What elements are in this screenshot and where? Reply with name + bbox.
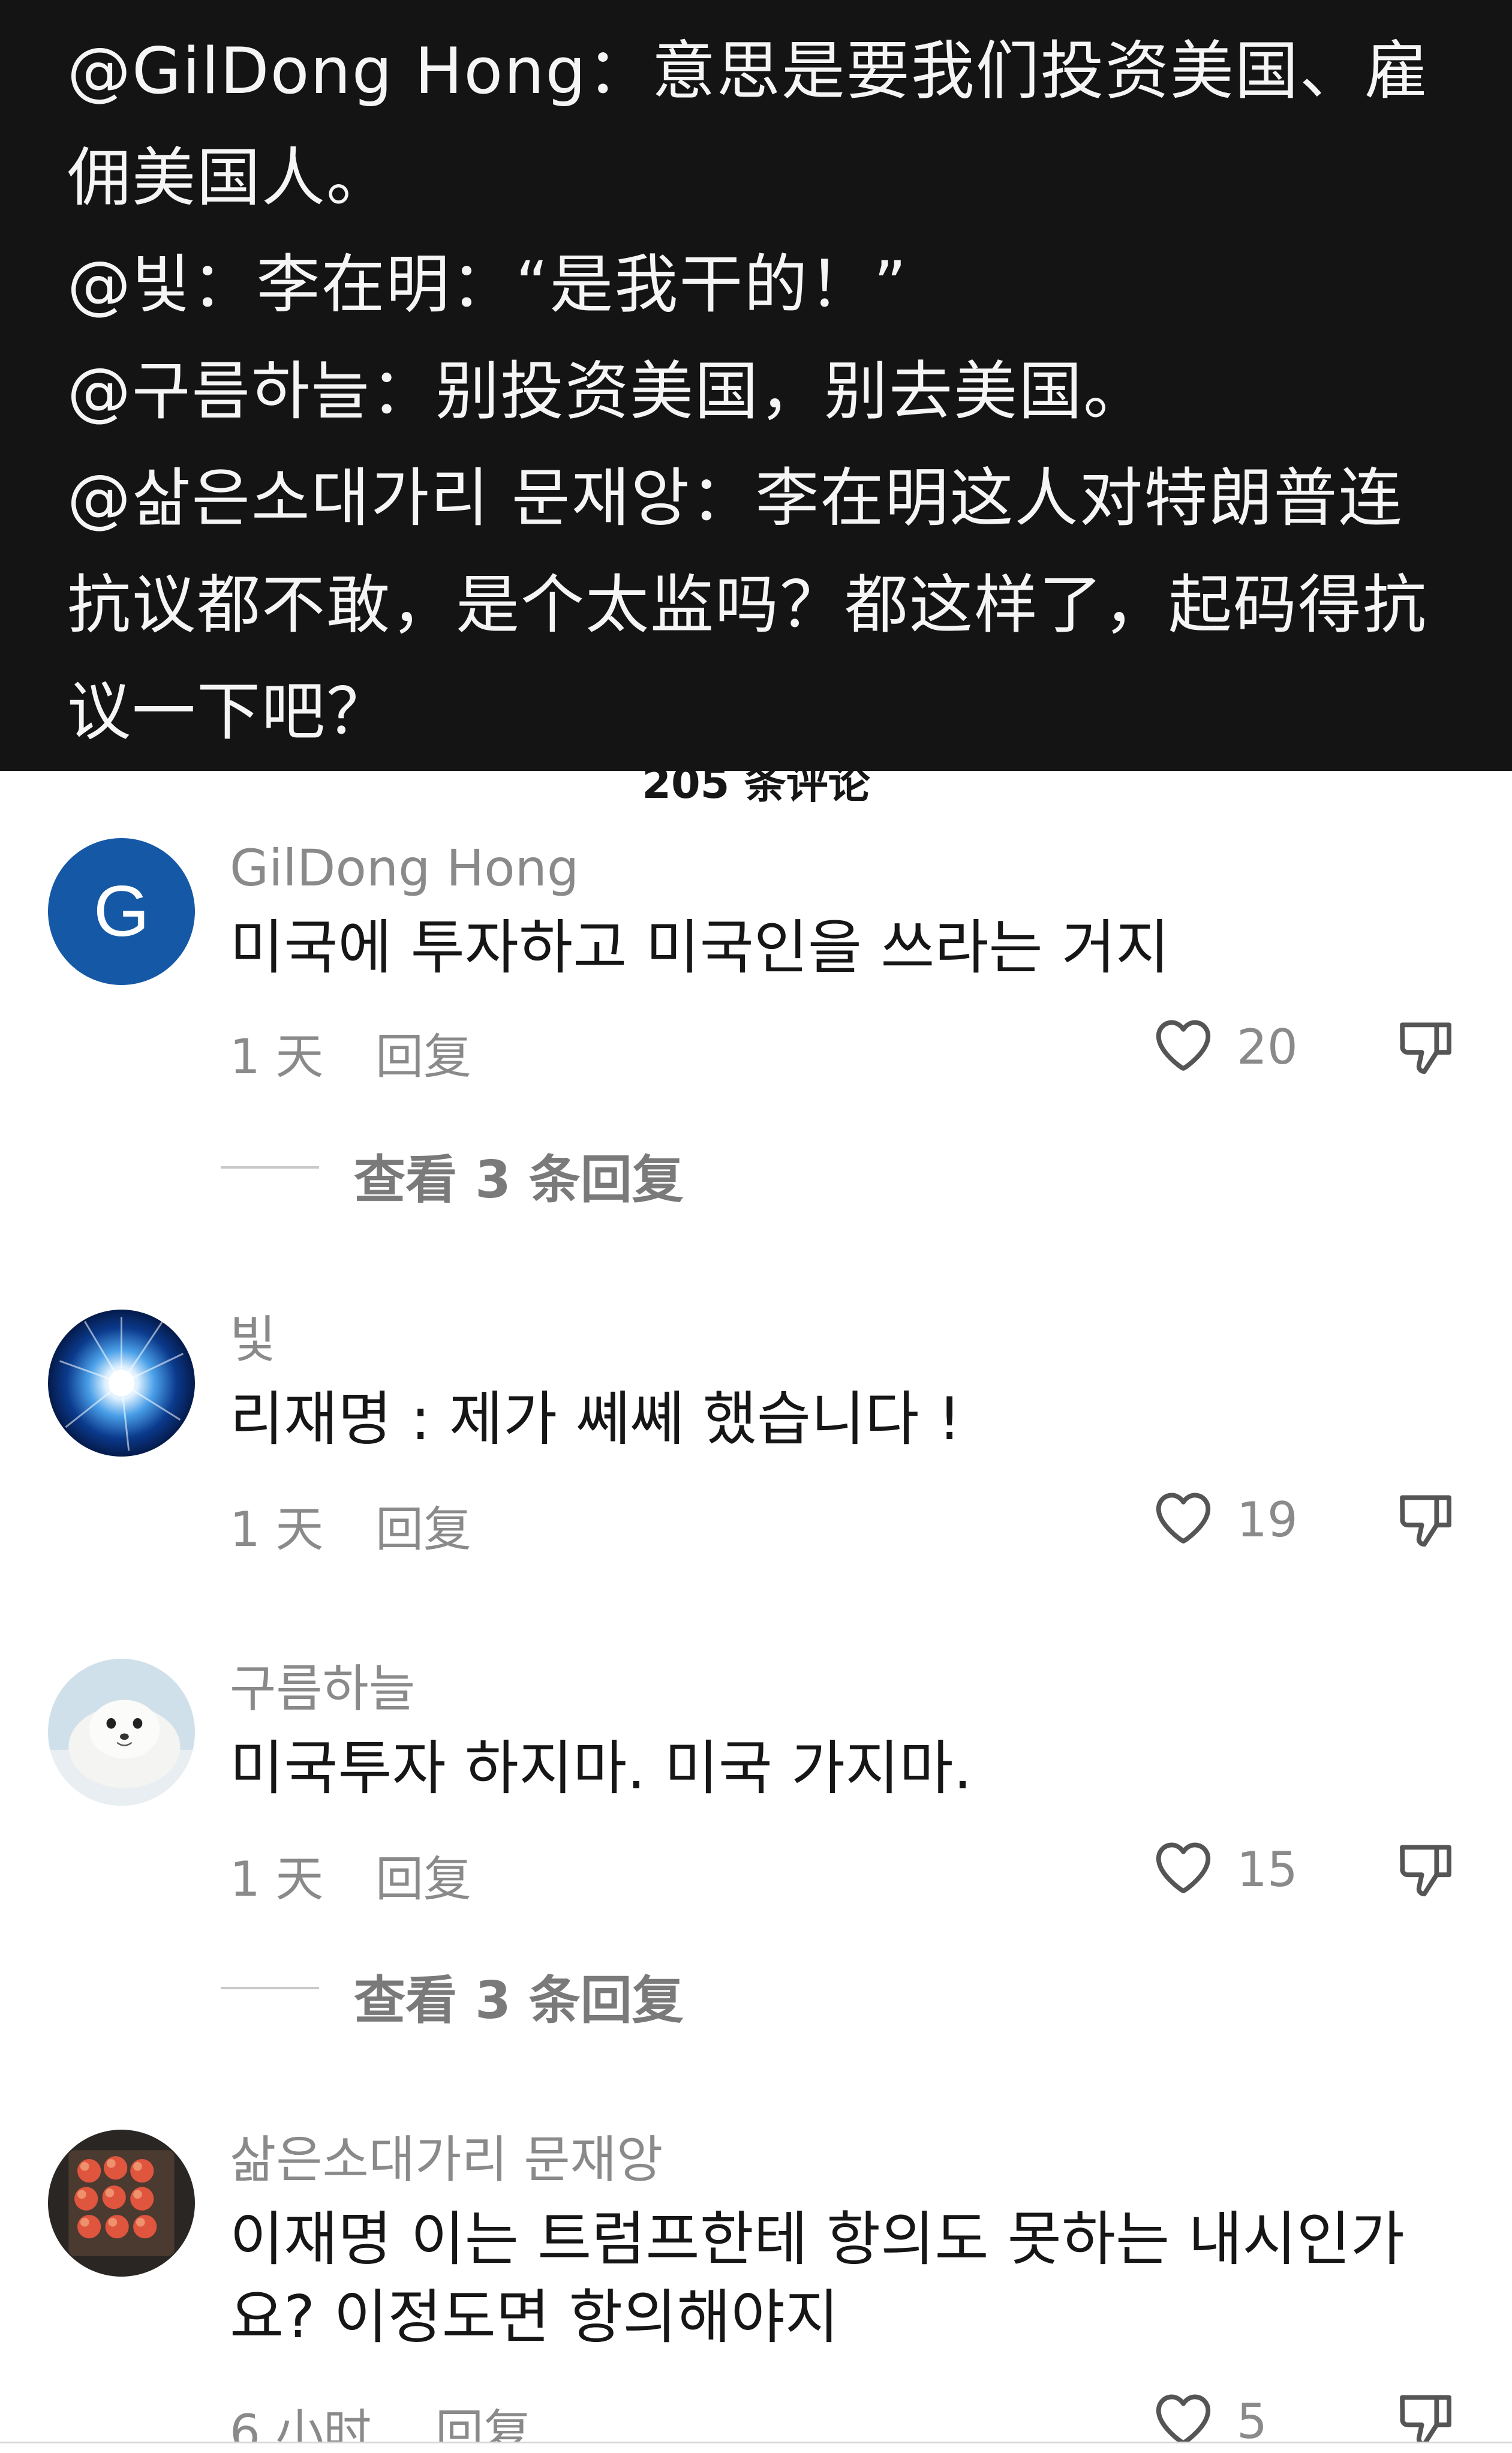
translation-overlay: @GilDong Hong：意思是要我们投资美国、雇 佣美国人。 @빛：李在明：…: [0, 0, 1512, 771]
like-count: 15: [1237, 1842, 1298, 1897]
comment-username[interactable]: GilDong Hong: [230, 838, 579, 898]
comment-username[interactable]: 삶은소대가리 문재앙: [230, 2130, 663, 2190]
overlay-line: @삶은소대가리 문재앙：李在明这人对特朗普连: [67, 461, 1403, 535]
light-burst-avatar-image: [48, 1310, 195, 1457]
comment-text: 리재명 : 제가 쎼쎼 했습니다 !: [230, 1385, 961, 1454]
overlay-line: @구름하늘：别投资美国，别去美国。: [67, 355, 1149, 428]
seal-pup-avatar-image: [48, 1659, 195, 1806]
comment-username[interactable]: 빛: [230, 1310, 276, 1370]
reply-button[interactable]: 回复: [375, 1491, 471, 1560]
comment-username[interactable]: 구름하늘: [230, 1659, 415, 1719]
dislike-button[interactable]: [1393, 1487, 1459, 1553]
view-replies-label: 查看 3 条回复: [354, 1971, 684, 2031]
like-count: 20: [1237, 1019, 1298, 1075]
like-count: 19: [1237, 1492, 1298, 1548]
comment-time: 1 天: [230, 1502, 324, 1557]
heart-outline-icon: [1156, 1020, 1211, 1071]
reply-button[interactable]: 回复: [375, 1840, 471, 1910]
comments-screen: 205 条评论 @GilDong Hong：意思是要我们投资美国、雇 佣美国人。…: [0, 0, 1512, 2453]
overlay-line: 佣美国人。: [67, 141, 391, 215]
dislike-button[interactable]: [1393, 1836, 1459, 1902]
avatar[interactable]: [48, 2130, 195, 2277]
comment-text: 미국에 투자하고 미국인을 쓰라는 거지: [230, 914, 1170, 982]
heart-outline-icon: [1156, 1493, 1211, 1544]
view-replies-divider: [221, 1987, 319, 1989]
dislike-button[interactable]: [1393, 1014, 1459, 1080]
view-replies-label: 查看 3 条回复: [354, 1150, 684, 1210]
thumbs-down-outline-icon: [1400, 1022, 1451, 1074]
overlay-line: 抗议都不敢，是个太监吗？都这样了，起码得抗: [67, 568, 1427, 642]
heart-outline-icon: [1156, 1842, 1211, 1893]
comment-text: 이재명 이는 트럼프한테 항의도 못하는 내시인가요? 이정도면 항의해야지: [230, 2205, 1405, 2352]
peaches-in-crate-avatar-image: [48, 2130, 195, 2277]
comment-text: 미국투자 하지마. 미국 가지마.: [230, 1734, 972, 1803]
overlay-line: 议一下吧？: [67, 675, 391, 749]
thumbs-down-outline-icon: [1400, 1495, 1451, 1547]
overlay-line: @빛：李在明：“是我干的！”: [67, 248, 908, 322]
bottom-edge: [0, 2442, 1512, 2453]
overlay-line: @GilDong Hong：意思是要我们投资美国、雇: [67, 34, 1429, 108]
reply-button[interactable]: 回复: [375, 1018, 471, 1088]
comment-time: 1 天: [230, 1851, 324, 1907]
avatar[interactable]: [48, 1310, 195, 1457]
avatar-letter: G: [93, 871, 150, 951]
comment-time: 1 天: [230, 1029, 324, 1085]
view-replies-divider: [221, 1166, 319, 1169]
avatar[interactable]: [48, 1659, 195, 1806]
thumbs-down-outline-icon: [1400, 1845, 1451, 1897]
avatar[interactable]: G: [48, 838, 195, 985]
